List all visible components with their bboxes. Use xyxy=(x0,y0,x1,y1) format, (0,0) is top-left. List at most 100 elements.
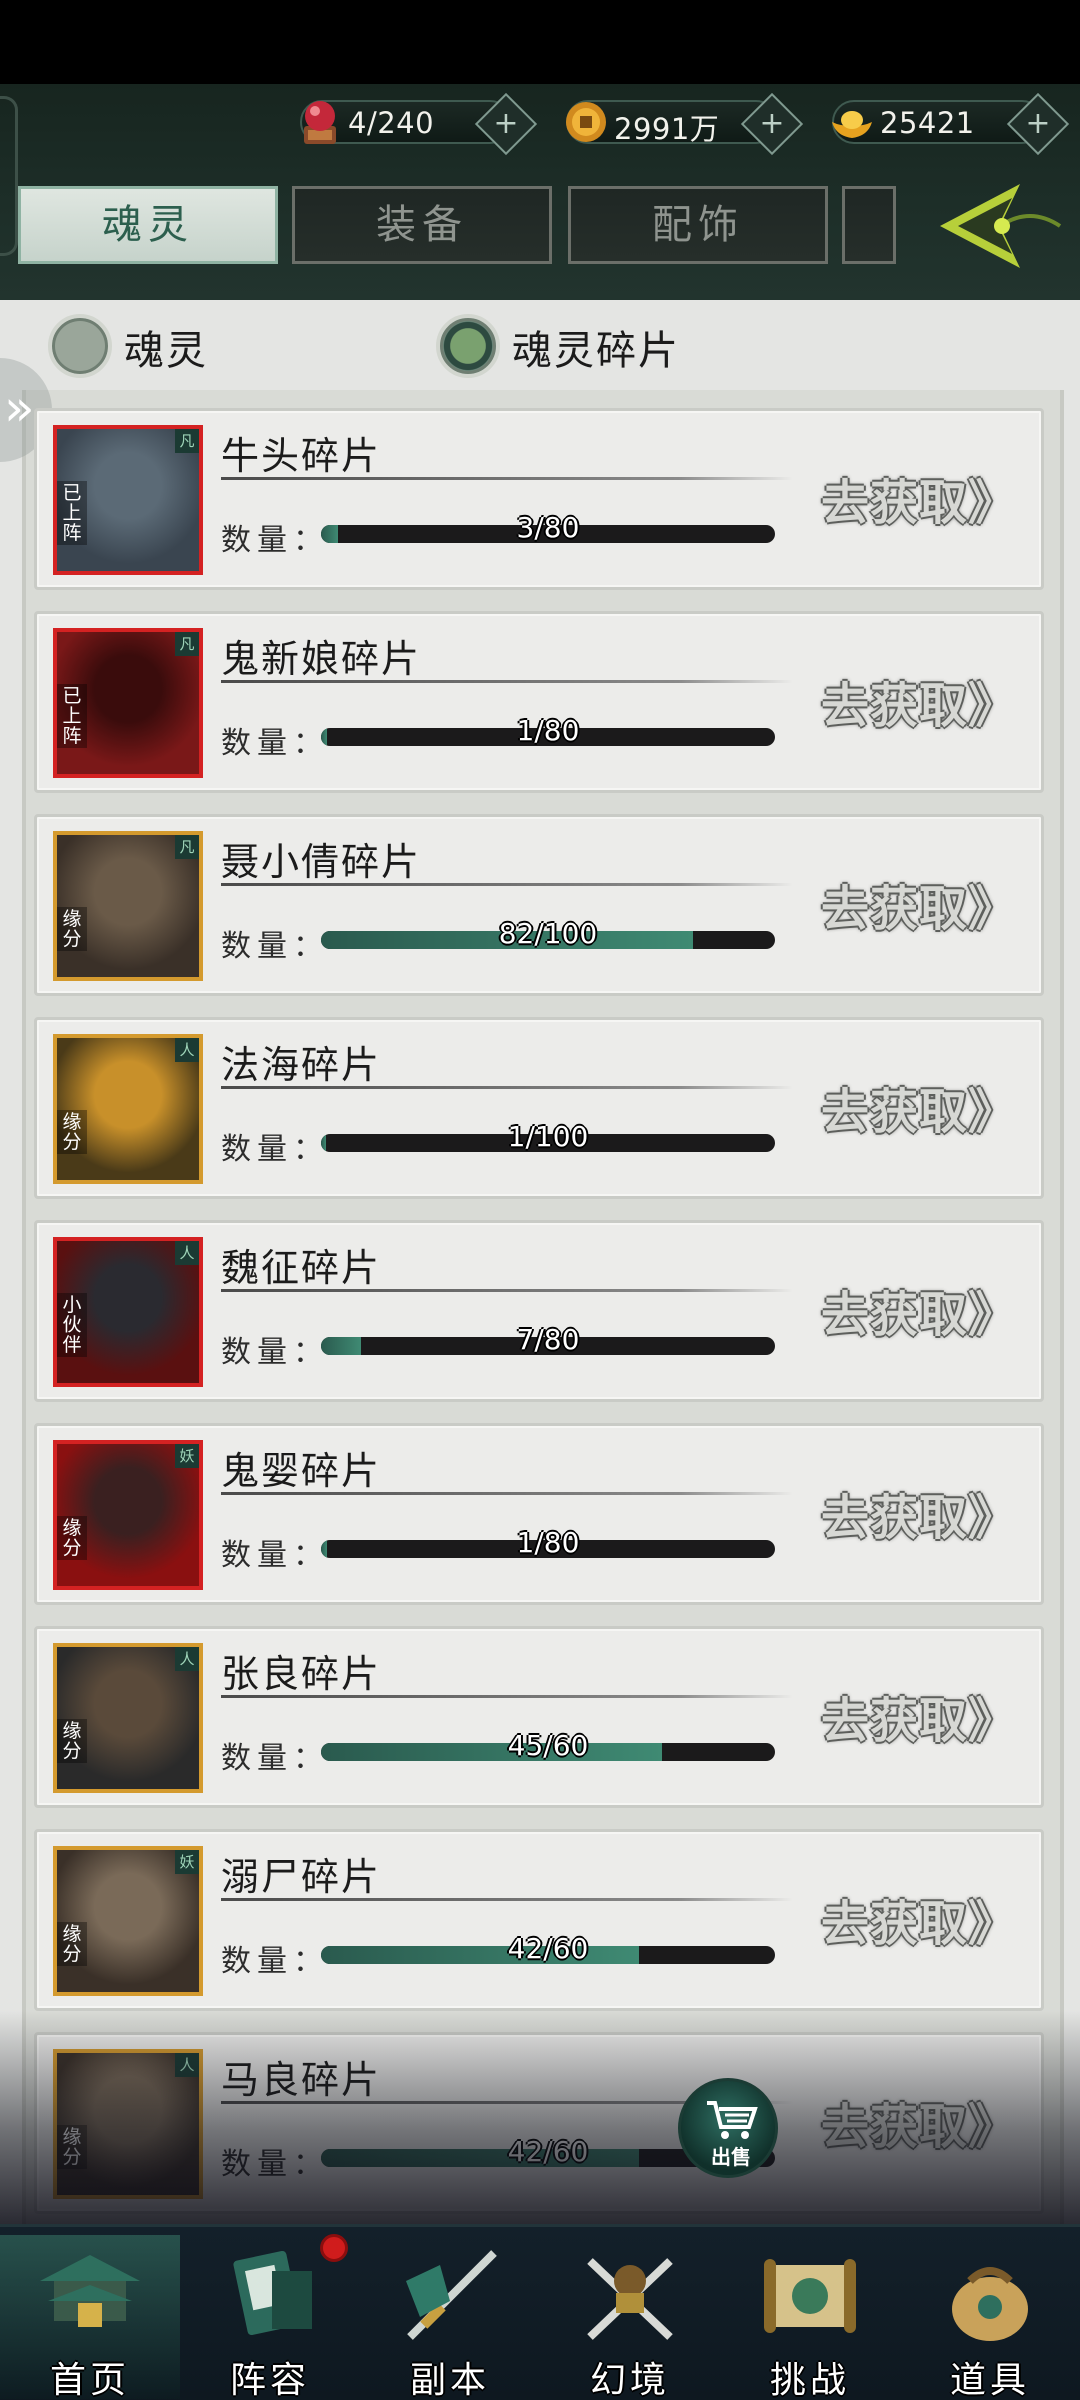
banner-icon xyxy=(233,2250,312,2336)
fragment-card: 凡已上阵 牛头碎片 数量： 3/80 去获取》 xyxy=(34,408,1044,590)
fragment-card: 凡已上阵 鬼新娘碎片 数量： 1/80 去获取》 xyxy=(34,611,1044,793)
fragment-card: 人小伙伴 魏征碎片 数量： 7/80 去获取》 xyxy=(34,1220,1044,1402)
go-obtain-button[interactable]: 去获取》 xyxy=(821,1275,1017,1345)
notification-dot xyxy=(320,2234,348,2262)
fragment-card: 妖缘分 鬼婴碎片数量： 1/80 去获取》 xyxy=(34,1423,1044,1605)
progress-text: 42/60 xyxy=(507,1932,589,1965)
fragment-name: 鬼婴碎片 xyxy=(221,1449,382,1493)
tab-soul[interactable]: 魂灵 xyxy=(18,186,278,264)
crossed-swords-icon xyxy=(587,2258,673,2340)
sell-button[interactable]: 出售 xyxy=(678,2078,778,2178)
hero-avatar[interactable]: 妖缘分 xyxy=(53,1846,203,1996)
coin-icon xyxy=(566,102,606,142)
hero-avatar[interactable]: 妖缘分 xyxy=(53,1440,203,1590)
red-orb-icon xyxy=(304,101,336,144)
quantity-label: 数量： xyxy=(221,1132,329,1167)
tab-accessory[interactable]: 配饰 xyxy=(568,186,828,264)
hero-status-tag: 缘分 xyxy=(57,1110,87,1154)
tab-more[interactable] xyxy=(842,186,896,264)
hero-avatar[interactable]: 人缘分 xyxy=(53,1643,203,1793)
plus-icon: + xyxy=(759,106,785,141)
rank-badge: 凡 xyxy=(175,429,199,453)
hero-status-tag: 已上阵 xyxy=(57,481,87,545)
back-emblem-icon[interactable] xyxy=(930,176,1070,276)
add-gold-button[interactable]: + xyxy=(1006,92,1070,156)
add-stamina-button[interactable]: + xyxy=(474,92,538,156)
hero-status-tag: 已上阵 xyxy=(57,684,87,748)
fragment-card: 妖缘分 溺尸碎片数量： 42/60 去获取》 xyxy=(34,1829,1044,2011)
nav-challenge-label: 挑战 xyxy=(769,2360,850,2400)
fragment-card: 人缘分 张良碎片 数量： 45/60 去获取》 xyxy=(34,1626,1044,1808)
progress-text: 45/60 xyxy=(507,1729,589,1762)
bottom-fade xyxy=(0,2010,1080,2224)
tab-equipment[interactable]: 装备 xyxy=(292,186,552,264)
go-obtain-button[interactable]: 去获取》 xyxy=(821,869,1017,939)
header-ornament xyxy=(0,96,18,256)
quantity-label: 数量： xyxy=(221,726,329,761)
name-divider xyxy=(221,1289,793,1292)
fragment-name: 法海碎片 xyxy=(221,1043,382,1087)
go-obtain-button[interactable]: 去获取》 xyxy=(821,1884,1017,1954)
go-obtain-button[interactable]: 去获取》 xyxy=(821,463,1017,533)
nav-dungeon[interactable]: 副本 xyxy=(360,2235,540,2400)
rank-badge: 人 xyxy=(175,1647,199,1671)
stamina-value: 4/240 xyxy=(348,106,435,140)
progress-text: 1/100 xyxy=(507,1120,589,1153)
go-obtain-button[interactable]: 去获取》 xyxy=(821,666,1017,736)
nav-items-label: 道具 xyxy=(949,2360,1030,2400)
stamina-counter: 4/240 + xyxy=(300,92,538,156)
rank-badge: 凡 xyxy=(175,835,199,859)
bottom-nav: 首页 阵容 副本 幻境 挑战 道具 xyxy=(0,2224,1080,2400)
rank-badge: 妖 xyxy=(175,1850,199,1874)
quantity-label: 数量： xyxy=(221,929,329,964)
radio-soul-fragment[interactable] xyxy=(436,314,500,378)
rank-badge: 凡 xyxy=(175,632,199,656)
plus-icon: + xyxy=(1025,106,1051,141)
fragment-name: 溺尸碎片 xyxy=(221,1855,382,1899)
cart-icon xyxy=(707,2101,758,2139)
rank-badge: 人 xyxy=(175,1241,199,1265)
name-divider xyxy=(221,1492,793,1495)
nav-challenge[interactable]: 挑战 xyxy=(720,2235,900,2400)
quantity-label: 数量： xyxy=(221,523,329,558)
quantity-label: 数量： xyxy=(221,1944,329,1979)
radio-soul-label: 魂灵 xyxy=(124,328,208,374)
hero-status-tag: 缘分 xyxy=(57,1516,87,1560)
nav-lineup-label: 阵容 xyxy=(229,2360,310,2400)
quantity-label: 数量： xyxy=(221,1538,329,1573)
add-coins-button[interactable]: + xyxy=(740,92,804,156)
radio-soul[interactable] xyxy=(48,314,112,378)
nav-illusion[interactable]: 幻境 xyxy=(540,2235,720,2400)
chevron-right-icon: » xyxy=(4,379,35,437)
fragment-name: 聂小倩碎片 xyxy=(221,840,422,884)
name-divider xyxy=(221,1086,793,1089)
nav-items[interactable]: 道具 xyxy=(900,2235,1080,2400)
hero-status-tag: 缘分 xyxy=(57,1719,87,1763)
nav-illusion-label: 幻境 xyxy=(589,2360,670,2400)
progress-text: 1/80 xyxy=(516,1526,580,1559)
name-divider xyxy=(221,1695,793,1698)
gold-counter: 25421 + xyxy=(832,92,1070,156)
fragment-name: 张良碎片 xyxy=(221,1652,382,1696)
go-obtain-button[interactable]: 去获取》 xyxy=(821,1681,1017,1751)
fragment-card: 人缘分 法海碎片 数量： 1/100 去获取》 xyxy=(34,1017,1044,1199)
go-obtain-button[interactable]: 去获取》 xyxy=(821,1478,1017,1548)
quantity-label: 数量： xyxy=(221,1741,329,1776)
hero-avatar[interactable]: 人缘分 xyxy=(53,1034,203,1184)
name-divider xyxy=(221,477,793,480)
hero-avatar[interactable]: 人小伙伴 xyxy=(53,1237,203,1387)
nav-home-label: 首页 xyxy=(49,2360,130,2400)
hero-status-tag: 缘分 xyxy=(57,907,87,951)
scroll-icon xyxy=(764,2259,856,2333)
rank-badge: 人 xyxy=(175,1038,199,1062)
hero-status-tag: 小伙伴 xyxy=(57,1293,87,1357)
go-obtain-button[interactable]: 去获取》 xyxy=(821,1072,1017,1142)
nav-home[interactable]: 首页 xyxy=(0,2235,180,2400)
plus-icon: + xyxy=(493,106,519,141)
hero-avatar[interactable]: 凡缘分 xyxy=(53,831,203,981)
name-divider xyxy=(221,883,793,886)
nav-dungeon-label: 副本 xyxy=(409,2360,490,2400)
hero-avatar[interactable]: 凡已上阵 xyxy=(53,425,203,575)
hero-avatar[interactable]: 凡已上阵 xyxy=(53,628,203,778)
gold-ingot-icon xyxy=(832,111,872,138)
